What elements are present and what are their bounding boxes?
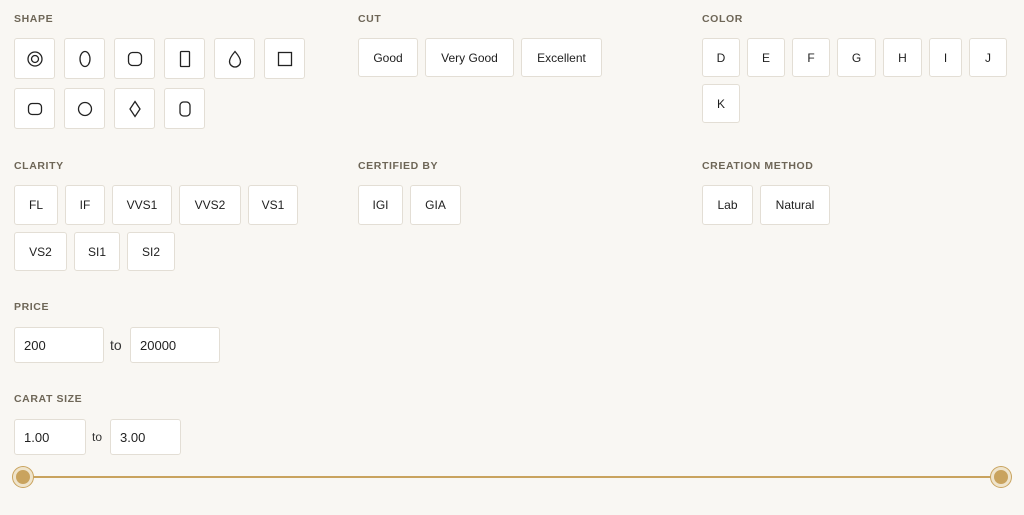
color-j-button[interactable]: J [969, 38, 1007, 77]
carat-slider-min-handle[interactable] [13, 467, 33, 487]
price-max-input[interactable] [130, 327, 220, 363]
creation-natural-button[interactable]: Natural [760, 185, 830, 225]
elongated-cushion-icon [178, 100, 191, 117]
certified-gia-button[interactable]: GIA [410, 185, 461, 225]
color-d-button[interactable]: D [702, 38, 740, 77]
color-k-button[interactable]: K [702, 84, 740, 123]
clarity-vs2-button[interactable]: VS2 [14, 232, 67, 271]
cut-good-button[interactable]: Good [358, 38, 418, 77]
clarity-if-button[interactable]: IF [65, 185, 105, 225]
emerald-icon [179, 50, 190, 67]
clarity-si2-button[interactable]: SI2 [127, 232, 175, 271]
shape-marquise-button[interactable] [114, 88, 155, 129]
price-section-label: PRICE [14, 301, 50, 313]
color-e-button[interactable]: E [747, 38, 785, 77]
cut-section-label: CUT [358, 13, 382, 25]
shape-emerald-button[interactable] [164, 38, 205, 79]
carat-max-input[interactable] [110, 419, 181, 455]
color-f-button[interactable]: F [792, 38, 830, 77]
clarity-si1-button[interactable]: SI1 [74, 232, 120, 271]
shape-cushion-button[interactable] [114, 38, 155, 79]
color-g-button[interactable]: G [837, 38, 876, 77]
creation-section-label: CREATION METHOD [702, 160, 814, 172]
round-outline-icon [77, 101, 92, 116]
cut-very-good-button[interactable]: Very Good [425, 38, 514, 77]
shape-section-label: SHAPE [14, 13, 54, 25]
shape-round-button[interactable] [14, 38, 55, 79]
carat-slider-max-handle[interactable] [991, 467, 1011, 487]
certified-igi-button[interactable]: IGI [358, 185, 403, 225]
oval-icon [78, 50, 91, 67]
color-i-button[interactable]: I [929, 38, 962, 77]
price-min-input[interactable] [14, 327, 104, 363]
certified-section-label: CERTIFIED BY [358, 160, 439, 172]
color-section-label: COLOR [702, 13, 743, 25]
shape-pear-button[interactable] [214, 38, 255, 79]
round-icon [26, 50, 43, 67]
carat-min-input[interactable] [14, 419, 86, 455]
clarity-section-label: CLARITY [14, 160, 64, 172]
marquise-icon [128, 99, 141, 118]
carat-slider-track[interactable] [22, 476, 1002, 478]
carat-to-text: to [92, 430, 103, 444]
clarity-vvs1-button[interactable]: VVS1 [112, 185, 172, 225]
color-h-button[interactable]: H [883, 38, 922, 77]
price-to-text: to [110, 337, 122, 353]
shape-round-outline-button[interactable] [64, 88, 105, 129]
asscher-icon [277, 51, 292, 66]
radiant-icon [27, 102, 42, 115]
clarity-vs1-button[interactable]: VS1 [248, 185, 298, 225]
shape-asscher-button[interactable] [264, 38, 305, 79]
cushion-icon [127, 51, 142, 66]
shape-radiant-button[interactable] [14, 88, 55, 129]
carat-section-label: CARAT SIZE [14, 393, 83, 405]
shape-oval-button[interactable] [64, 38, 105, 79]
clarity-fl-button[interactable]: FL [14, 185, 58, 225]
creation-lab-button[interactable]: Lab [702, 185, 753, 225]
cut-excellent-button[interactable]: Excellent [521, 38, 602, 77]
shape-elongated-cushion-button[interactable] [164, 88, 205, 129]
pear-icon [228, 50, 241, 68]
clarity-vvs2-button[interactable]: VVS2 [179, 185, 241, 225]
